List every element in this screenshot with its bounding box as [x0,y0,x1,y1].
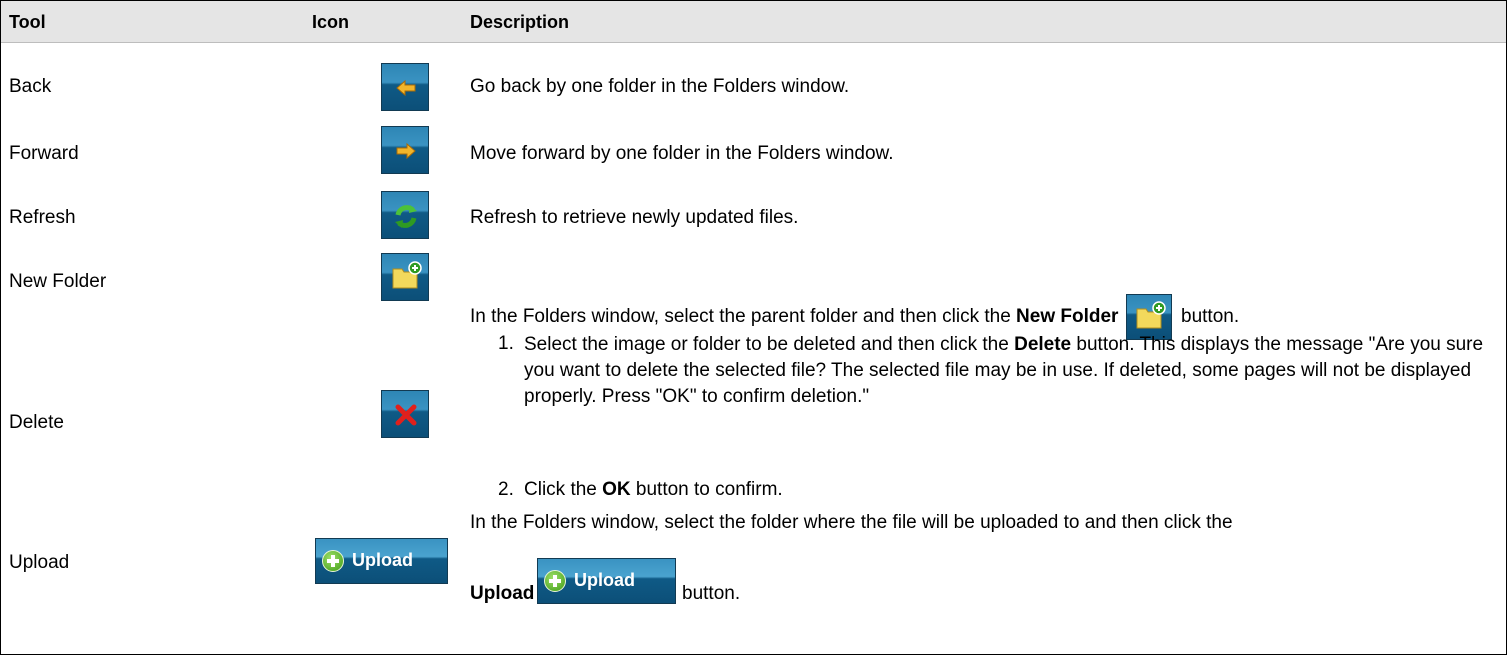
step-1-pre: Select the image or folder to be deleted… [524,334,1015,355]
step-2-post: button to confirm. [630,479,783,500]
forward-arrow-icon [381,126,429,174]
step-text-1: Select the image or folder to be deleted… [524,332,1484,410]
step-text-2: Click the OK button to confirm. [524,478,783,501]
step-number-2: 2. [498,479,514,500]
step-2-pre: Click the [524,479,603,500]
step-1-bold: Delete [1014,334,1072,355]
new-folder-icon [381,253,429,301]
tool-name-forward: Forward [9,143,79,164]
step-2-bold: OK [602,479,631,500]
description-upload-line1: In the Folders window, select the folder… [470,512,1233,533]
plus-circle-inline-icon [544,570,566,592]
tools-table: Tool Icon Description Back Go back by on… [0,0,1507,655]
upload-inline-icon: Upload [537,558,676,604]
header-icon: Icon [312,12,350,32]
upload-icon-label: Upload [352,550,413,570]
header-tool: Tool [9,12,46,32]
tool-name-delete: Delete [9,412,64,433]
description-upload-post: button. [682,583,741,604]
tool-name-refresh: Refresh [9,207,76,228]
description-back: Go back by one folder in the Folders win… [470,76,850,97]
description-forward: Move forward by one folder in the Folder… [470,143,894,164]
table-header: Tool Icon Description [1,1,1506,43]
step-number-1: 1. [498,333,514,354]
refresh-icon [381,191,429,239]
plus-circle-icon [322,550,344,572]
new-folder-desc-post: button. [1175,306,1240,328]
description-upload-bold: Upload [470,583,535,604]
tool-name-upload: Upload [9,552,70,573]
description-refresh: Refresh to retrieve newly updated files. [470,207,799,228]
back-arrow-icon [381,63,429,111]
header-description: Description [470,12,570,32]
new-folder-desc-text: In the Folders window, select the parent… [470,306,1017,328]
upload-icon: Upload [315,538,448,584]
tool-name-back: Back [9,76,52,97]
upload-inline-label: Upload [574,570,635,590]
tool-name-new-folder: New Folder [9,271,107,292]
new-folder-bold: New Folder [1016,306,1119,328]
delete-x-icon [381,390,429,438]
